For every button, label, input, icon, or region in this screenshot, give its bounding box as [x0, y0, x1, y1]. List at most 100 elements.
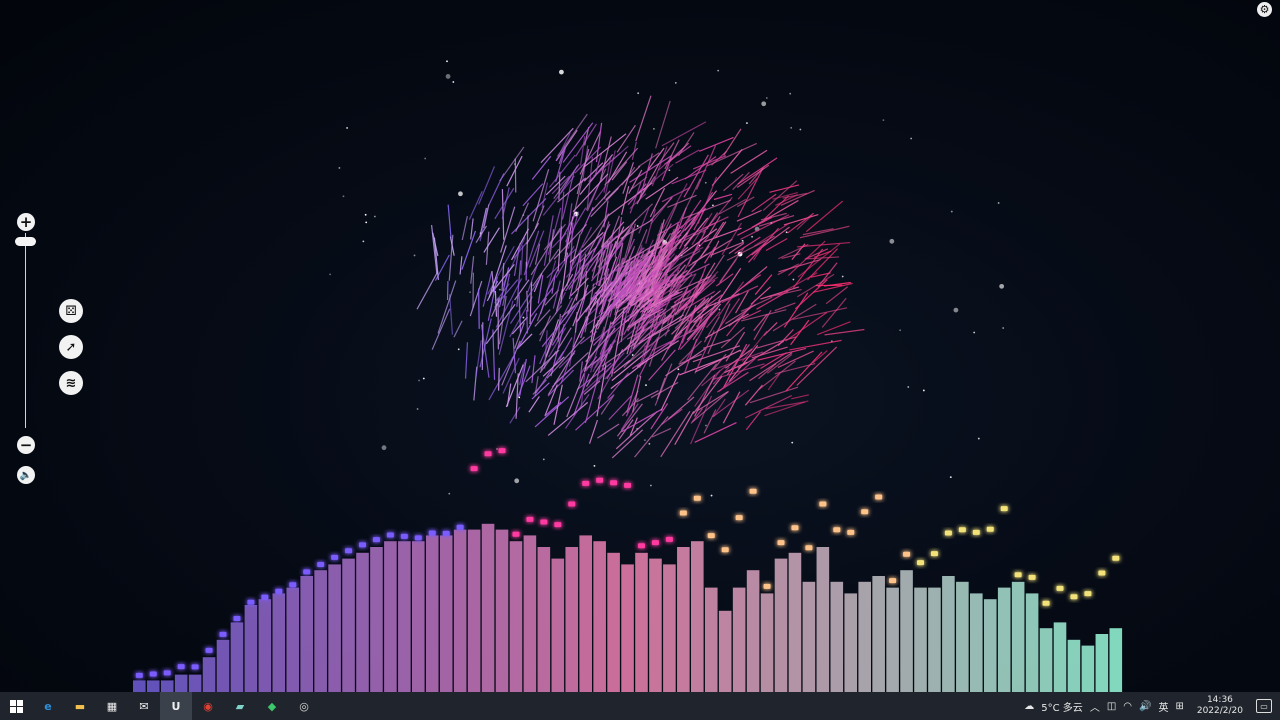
star-particle	[704, 181, 707, 184]
taskbar-app-file-explorer[interactable]: ▬	[64, 692, 96, 720]
waveform-icon[interactable]: ≋	[59, 371, 83, 395]
streak	[515, 202, 530, 233]
clock[interactable]: 14:36 2022/2/20	[1191, 695, 1249, 717]
streak	[475, 340, 482, 378]
ime-indicator[interactable]: 英	[1158, 699, 1168, 714]
star-particle	[648, 442, 651, 445]
spectrum-bar	[579, 535, 592, 692]
speaker-icon[interactable]: 🔊	[1139, 701, 1151, 712]
taskbar-app-store[interactable]: ▦	[96, 692, 128, 720]
start-button[interactable]	[0, 692, 32, 720]
visualizer-stage	[0, 0, 1280, 692]
streak	[447, 204, 452, 239]
streak	[576, 148, 590, 195]
taskbar-app-mail[interactable]: ✉	[128, 692, 160, 720]
star-particle	[653, 127, 655, 130]
taskbar-app-unreal[interactable]: U	[160, 692, 192, 720]
streak	[531, 155, 552, 180]
peak-marker	[582, 480, 590, 486]
star-particle	[1002, 327, 1005, 329]
streak	[479, 207, 488, 242]
streak	[607, 372, 629, 399]
chevron-up-icon[interactable]: ︿	[1090, 699, 1100, 714]
peak-marker	[428, 530, 436, 536]
taskbar-app-chrome[interactable]: ◉	[192, 692, 224, 720]
star-particle	[373, 215, 376, 218]
peak-marker	[1112, 555, 1120, 561]
effect-mode-icon[interactable]: ➚	[59, 335, 83, 359]
taskbar-app-app-1[interactable]: ▰	[224, 692, 256, 720]
zoom-slider-track[interactable]	[25, 233, 26, 428]
spectrum-bar	[133, 680, 146, 692]
zoom-in-button[interactable]: +	[17, 213, 35, 231]
peak-marker	[1000, 506, 1008, 512]
streak	[635, 95, 652, 142]
star-particle	[496, 448, 498, 450]
star-particle	[790, 126, 793, 129]
peak-marker	[289, 582, 297, 588]
spectrum-bar	[314, 570, 327, 692]
taskbar-app-app-2[interactable]: ◆	[256, 692, 288, 720]
streak	[726, 235, 775, 261]
spectrum-bar	[244, 605, 258, 692]
spectrum-bar	[858, 581, 871, 692]
app-1-icon: ▰	[235, 699, 245, 713]
zoom-out-button[interactable]: −	[17, 436, 35, 454]
streak	[661, 408, 683, 425]
streak	[736, 196, 755, 208]
taskbar-app-obs[interactable]: ◎	[288, 692, 320, 720]
spectrum-bar	[216, 639, 230, 692]
star-particle	[418, 379, 420, 382]
spectrum-bar	[356, 552, 369, 692]
peak-marker	[958, 527, 966, 533]
settings-gear-icon[interactable]: ⚙	[1257, 2, 1272, 17]
streak	[674, 411, 695, 445]
spectrum-bar	[983, 599, 997, 692]
star-particle	[446, 60, 448, 63]
input-grid-icon[interactable]: ⊞	[1175, 701, 1183, 712]
peak-marker	[707, 533, 715, 539]
peak-marker	[554, 522, 562, 528]
streak	[736, 164, 770, 188]
streak	[789, 339, 842, 351]
wifi-icon[interactable]: ◠	[1123, 701, 1132, 712]
spectrum-bar	[997, 587, 1011, 692]
star-particle	[999, 283, 1005, 289]
streak	[824, 328, 865, 336]
peak-marker	[819, 501, 827, 507]
spectrum-bar	[1067, 639, 1081, 692]
network-icon[interactable]: ◫	[1107, 701, 1116, 712]
spectrum-bar	[1095, 634, 1109, 692]
streak	[683, 154, 709, 198]
streak	[546, 336, 585, 379]
star-particle	[922, 389, 925, 392]
star-particle	[977, 437, 980, 440]
streak	[531, 355, 536, 384]
streak	[492, 329, 496, 380]
taskbar-app-edge[interactable]: e	[32, 692, 64, 720]
peak-marker	[944, 530, 952, 536]
weather-cloud-icon[interactable]: ☁	[1024, 701, 1034, 712]
spectrum-bar	[970, 593, 983, 692]
star-particle	[791, 441, 794, 444]
streak	[494, 187, 515, 220]
peak-marker	[149, 671, 157, 677]
streak	[579, 136, 586, 166]
spectrum-bar	[146, 680, 160, 692]
peak-marker	[1084, 591, 1092, 597]
streak	[464, 342, 469, 379]
streak	[655, 100, 671, 149]
star-particle	[416, 408, 419, 410]
volume-icon[interactable]: 🔈	[17, 466, 35, 484]
spectrum-bar	[453, 529, 467, 692]
weather-text[interactable]: 5°C 多云	[1041, 699, 1083, 714]
notification-icon[interactable]: ▭	[1256, 699, 1272, 713]
spectrum-bar	[272, 593, 286, 692]
zoom-slider-thumb[interactable]	[15, 237, 36, 246]
spectrum-bar	[802, 581, 816, 692]
peak-marker	[442, 530, 450, 536]
random-dice-icon[interactable]: ⚄	[59, 299, 83, 323]
star-particle	[950, 210, 953, 213]
star-particle	[458, 191, 463, 197]
star-particle	[751, 235, 753, 238]
